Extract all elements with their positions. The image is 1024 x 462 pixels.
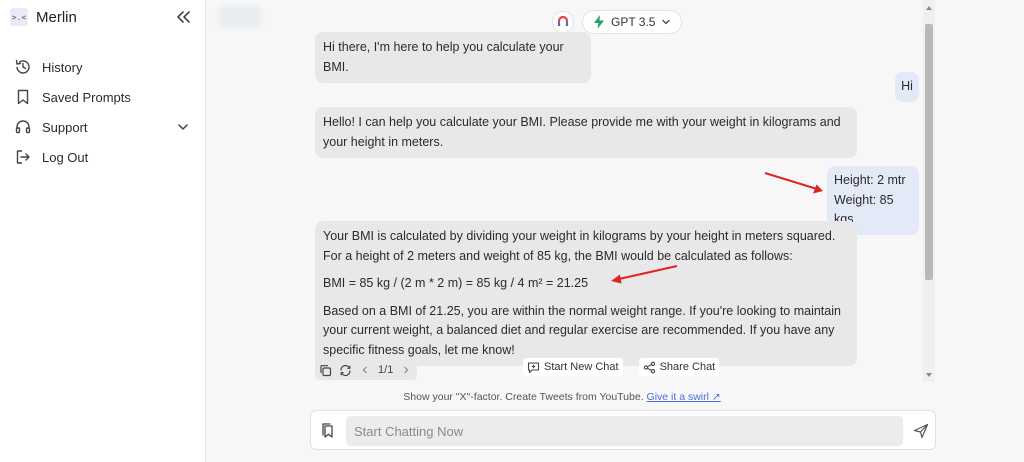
- lightning-icon: [594, 15, 604, 29]
- saved-prompts-icon[interactable]: [320, 422, 336, 440]
- scroll-thumb[interactable]: [925, 24, 933, 280]
- share-icon: [643, 361, 655, 373]
- message-text: Hi there, I'm here to help you calculate…: [323, 40, 564, 74]
- chevron-right-icon[interactable]: [399, 363, 413, 377]
- sidebar: >.< Merlin History Saved Prompts Support…: [0, 0, 206, 462]
- sidebar-item-support[interactable]: Support: [14, 112, 194, 142]
- annotation-arrow-icon: [764, 172, 823, 194]
- chat-input[interactable]: [346, 416, 903, 446]
- collapse-sidebar-icon[interactable]: [174, 9, 192, 25]
- message-text: Based on a BMI of 21.25, you are within …: [323, 303, 841, 357]
- sidebar-item-label: Saved Prompts: [42, 89, 131, 105]
- headset-icon: [15, 120, 31, 134]
- share-chat-label: Share Chat: [659, 361, 716, 373]
- bookmark-icon: [17, 89, 29, 105]
- model-selector[interactable]: GPT 3.5: [582, 10, 683, 34]
- sidebar-item-log-out[interactable]: Log Out: [14, 142, 194, 172]
- message-text: Hi: [901, 79, 913, 93]
- sidebar-item-label: History: [42, 59, 83, 75]
- assistant-message: Hello! I can help you calculate your BMI…: [315, 107, 857, 158]
- sidebar-item-history[interactable]: History: [14, 52, 194, 82]
- start-new-chat-button[interactable]: Start New Chat: [523, 358, 623, 376]
- promo-text: Show your "X"-factor. Create Tweets from…: [403, 391, 644, 403]
- composer: [310, 410, 936, 450]
- chat-scrollbar[interactable]: [923, 0, 935, 382]
- chevron-left-icon[interactable]: [358, 363, 372, 377]
- assistant-message: Hi there, I'm here to help you calculate…: [315, 32, 591, 83]
- send-icon[interactable]: [913, 423, 929, 439]
- message-text: Height: 2 mtr: [834, 173, 906, 187]
- sidebar-item-label: Support: [42, 119, 88, 135]
- brand-name: Merlin: [36, 8, 77, 26]
- history-icon: [15, 59, 30, 74]
- extension-button[interactable]: [552, 11, 574, 33]
- assistant-message: Your BMI is calculated by dividing your …: [315, 221, 857, 366]
- sidebar-nav: History Saved Prompts Support Log Out: [14, 52, 194, 172]
- share-chat-button[interactable]: Share Chat: [638, 358, 720, 376]
- promo-link[interactable]: Give it a swirl ↗: [647, 391, 721, 403]
- scroll-down-arrow-icon[interactable]: [926, 373, 932, 377]
- copy-icon[interactable]: [319, 363, 333, 377]
- user-message: Hi: [895, 72, 919, 102]
- chevron-down-icon: [662, 19, 671, 25]
- logout-icon: [16, 150, 30, 164]
- magnet-icon: [557, 16, 569, 26]
- chat-area: GPT 3.5 Hi there, I'm here to help you c…: [207, 0, 1024, 462]
- chat-actions: Start New Chat Share Chat: [523, 358, 720, 376]
- regenerate-icon[interactable]: [339, 363, 353, 377]
- message-text: Hello! I can help you calculate your BMI…: [323, 115, 841, 149]
- start-new-chat-label: Start New Chat: [544, 361, 619, 373]
- chevron-down-icon[interactable]: [176, 120, 190, 134]
- sidebar-item-saved-prompts[interactable]: Saved Prompts: [14, 82, 194, 112]
- model-bar: GPT 3.5: [552, 10, 683, 34]
- brand[interactable]: >.< Merlin: [10, 8, 77, 26]
- scroll-up-arrow-icon[interactable]: [926, 6, 932, 10]
- blurred-avatar: [219, 6, 261, 28]
- message-text: Your BMI is calculated by dividing your …: [323, 229, 836, 263]
- sidebar-item-label: Log Out: [42, 149, 89, 165]
- response-actions: 1/1: [315, 360, 417, 380]
- merlin-logo-icon: >.<: [10, 8, 28, 26]
- message-text: BMI = 85 kg / (2 m * 2 m) = 85 kg / 4 m²…: [323, 276, 589, 290]
- promo-banner: Show your "X"-factor. Create Tweets from…: [207, 391, 917, 403]
- model-name: GPT 3.5: [611, 15, 656, 29]
- response-pager: 1/1: [378, 364, 394, 376]
- new-chat-icon: [527, 361, 540, 373]
